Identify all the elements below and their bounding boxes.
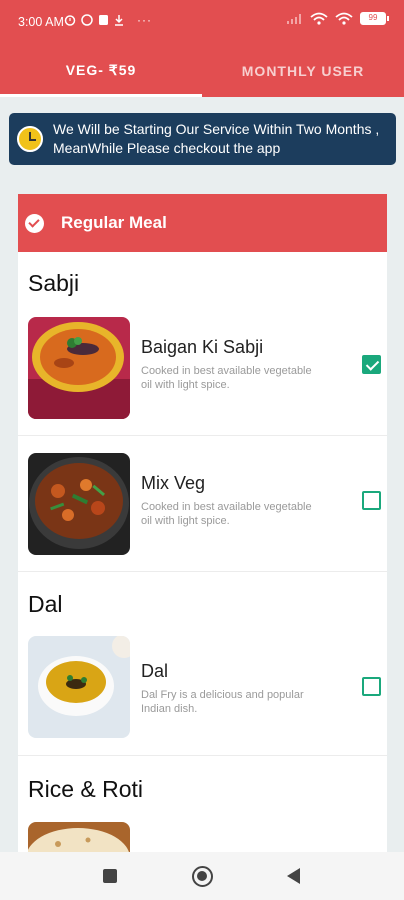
item-name: Dal — [141, 661, 169, 681]
recent-apps-icon[interactable] — [103, 869, 117, 883]
item-description: Dal Fry is a delicious and popular India… — [141, 689, 304, 715]
notice-text: We Will be Starting Our Service Within T… — [53, 121, 380, 156]
battery-level: 99 — [368, 13, 378, 22]
status-right-icons: 99 — [287, 12, 389, 25]
system-nav-bar — [0, 852, 404, 900]
food-image-dal — [28, 636, 130, 738]
wifi-icon — [310, 12, 328, 25]
signal-icon — [287, 14, 301, 24]
item-checkbox[interactable] — [362, 355, 381, 374]
tab-bar: VEG- ₹59 MONTHLY USER — [0, 44, 404, 97]
meal-card-title: Regular Meal — [61, 213, 167, 232]
food-image-roti — [28, 822, 130, 854]
item-checkbox[interactable] — [362, 677, 381, 696]
food-image-baigan — [28, 317, 130, 419]
tab-veg[interactable]: VEG- ₹59 — [0, 44, 202, 97]
alarm-icon — [64, 15, 76, 26]
item-description: Cooked in best available vegetable oil w… — [141, 365, 312, 391]
battery-icon: 99 — [360, 12, 389, 25]
meal-card-header[interactable]: Regular Meal — [18, 194, 387, 252]
sim-icon — [99, 15, 108, 25]
service-notice-banner: We Will be Starting Our Service Within T… — [9, 113, 396, 165]
list-item[interactable]: Dal Dal Fry is a delicious and popular I… — [18, 636, 387, 756]
whatsapp-icon — [81, 14, 93, 26]
item-description: Cooked in best available vegetable oil w… — [141, 501, 312, 527]
status-time: 3:00 AM — [18, 15, 64, 29]
list-item[interactable]: Mix Veg Cooked in best available vegetab… — [18, 436, 387, 572]
app-header: 3:00 AM ··· 99 VEG- ₹59 MONTHLY USER — [0, 0, 404, 97]
status-bar: 3:00 AM ··· 99 — [0, 0, 404, 44]
section-title-sabji: Sabji — [28, 270, 80, 296]
list-item[interactable]: Baigan Ki Sabji Cooked in best available… — [18, 310, 387, 436]
item-checkbox[interactable] — [362, 491, 381, 510]
status-left-icons: ··· — [64, 13, 152, 27]
section-title-dal: Dal — [28, 591, 63, 617]
item-name: Mix Veg — [141, 473, 206, 493]
download-icon — [115, 15, 123, 26]
more-icon: ··· — [137, 13, 152, 27]
wifi-icon — [335, 12, 353, 25]
home-icon[interactable] — [192, 866, 213, 887]
check-circle-icon — [25, 213, 44, 233]
tab-monthly-user[interactable]: MONTHLY USER — [202, 44, 404, 97]
meal-card: Regular Meal Sabji Baigan Ki Sabji Cooke… — [18, 194, 387, 854]
section-title-rice-roti: Rice & Roti — [28, 776, 144, 802]
clock-icon — [17, 126, 43, 152]
food-image-mix-veg — [28, 453, 130, 555]
back-icon[interactable] — [287, 868, 300, 884]
item-name: Baigan Ki Sabji — [141, 337, 264, 357]
